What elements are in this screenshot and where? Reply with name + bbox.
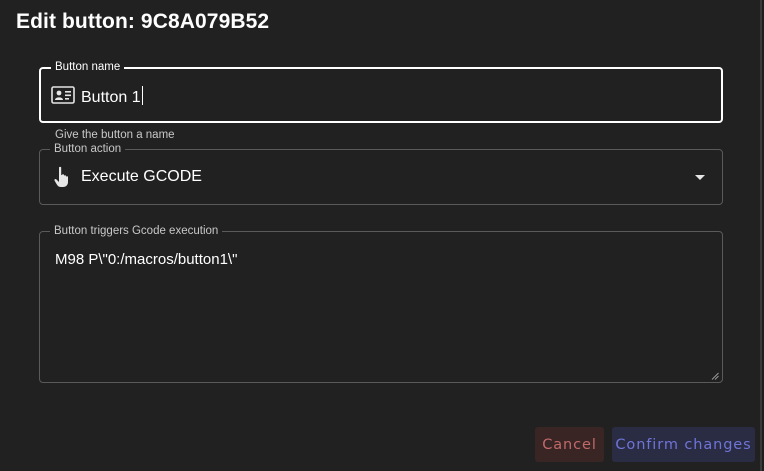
gcode-value: M98 P\"0:/macros/button1\" <box>55 251 238 268</box>
button-name-field[interactable]: Button name Button 1 <box>39 60 723 123</box>
cancel-button[interactable]: Cancel <box>535 427 604 462</box>
button-name-hint: Give the button a name <box>55 129 175 141</box>
scrollbar[interactable] <box>760 0 762 471</box>
dialog-title: Edit button: 9C8A079B52 <box>16 10 270 33</box>
gcode-textarea[interactable]: Button triggers Gcode execution M98 P\"0… <box>39 224 723 383</box>
button-name-label: Button name <box>51 60 125 74</box>
button-action-select[interactable]: Button action Execute GCODE <box>39 142 723 205</box>
dropdown-arrow-icon[interactable] <box>695 175 705 180</box>
text-caret <box>141 86 143 105</box>
button-action-label: Button action <box>50 142 126 156</box>
button-action-value: Execute GCODE <box>81 168 202 185</box>
id-card-icon <box>51 86 75 104</box>
confirm-changes-button[interactable]: Confirm changes <box>612 427 755 462</box>
gcode-label: Button triggers Gcode execution <box>50 224 223 238</box>
button-name-input[interactable]: Button 1 <box>81 86 143 107</box>
pointing-hand-icon <box>54 166 68 187</box>
button-name-value: Button 1 <box>81 89 141 106</box>
resize-handle-icon[interactable] <box>711 372 719 380</box>
edit-button-dialog: Edit button: 9C8A079B52 Button name Butt… <box>0 0 762 471</box>
